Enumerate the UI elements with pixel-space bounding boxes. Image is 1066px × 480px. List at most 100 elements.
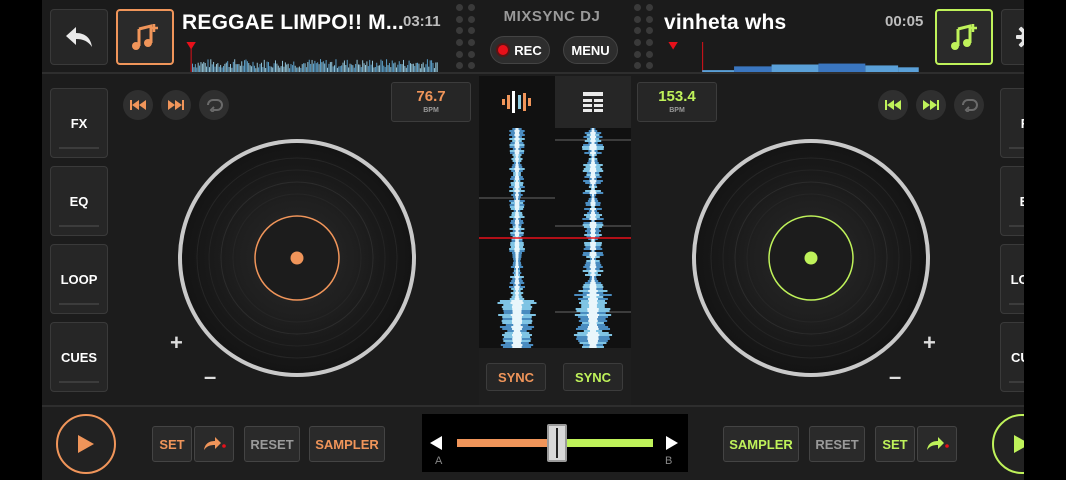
menu-button[interactable]: MENU [563, 36, 618, 64]
crossfader-panel: A B [422, 414, 688, 472]
deck-a-track-title: REGGAE LIMPO!! M... [182, 11, 404, 34]
settings-button[interactable] [1001, 9, 1024, 65]
deck-a-play-button[interactable] [56, 414, 116, 474]
deck-a-bpm-display[interactable]: 76.7 BPM [391, 82, 471, 122]
crossfader-label-a: A [435, 455, 443, 467]
deck-b-turntable[interactable] [690, 137, 932, 379]
deck-a-loop-button[interactable]: LOOP [50, 244, 108, 314]
deck-b-cues-button[interactable]: CUES [1000, 322, 1024, 392]
deck-b-pitch-minus[interactable]: – [889, 364, 901, 390]
deck-b-bpm-display[interactable]: 153.4 BPM [637, 82, 717, 122]
deck-a-eq-button[interactable]: EQ [50, 166, 108, 236]
sync-label: SYNC [574, 369, 612, 385]
deck-a-center-dot [290, 251, 304, 265]
deck-a-repeat-button[interactable] [199, 90, 229, 120]
deck-a-turntable[interactable] [176, 137, 418, 379]
deck-b-track-time: 00:05 [885, 13, 924, 30]
cues-label: CUES [1010, 349, 1024, 365]
menu-label: MENU [571, 42, 610, 58]
previous-icon [130, 100, 146, 110]
loop-label: LOOP [60, 271, 98, 287]
repeat-icon [207, 99, 223, 112]
deck-b-jump-cue-button[interactable] [917, 426, 957, 462]
fx-label: FX [1021, 116, 1024, 131]
gear-icon [1016, 26, 1024, 48]
set-label: SET [882, 436, 908, 452]
set-label: SET [159, 436, 185, 452]
next-icon [168, 100, 184, 110]
center-tabbar [479, 76, 631, 128]
next-icon [923, 100, 939, 110]
previous-icon [885, 100, 901, 110]
eq-label: EQ [69, 193, 89, 209]
deck-a-jump-cue-button[interactable] [194, 426, 234, 462]
center-waveform-view[interactable] [479, 128, 631, 348]
crossfader-track-a [457, 439, 547, 447]
deck-a-next-button[interactable] [161, 90, 191, 120]
fx-label: FX [70, 115, 88, 131]
deck-b-next-button[interactable] [916, 90, 946, 120]
repeat-icon [962, 99, 978, 112]
deck-b-center-dot [804, 251, 818, 265]
crossfader-right-arrow-icon[interactable] [665, 435, 679, 451]
sampler-label: SAMPLER [315, 436, 379, 452]
jump-arrow-icon [204, 437, 226, 450]
deck-a-reset-button[interactable]: RESET [244, 426, 300, 462]
deck-a-overview-waveform[interactable] [178, 42, 448, 72]
deck-a-sync-button[interactable]: SYNC [486, 363, 546, 391]
deck-a-bpm-value: 76.7 [416, 88, 446, 105]
deck-a-fx-button[interactable]: FX [50, 88, 108, 158]
deck-b-eq-button[interactable]: EQ [1000, 166, 1024, 236]
deck-a-pitch-minus[interactable]: – [204, 364, 216, 390]
deck-a-cues-button[interactable]: CUES [50, 322, 108, 392]
deck-b-reset-button[interactable]: RESET [809, 426, 865, 462]
deck-a-pitch-plus[interactable]: + [170, 330, 183, 356]
deck-b-sync-button[interactable]: SYNC [563, 363, 623, 391]
top-bar: REGGAE LIMPO!! M... 03:11 MIXSYNC DJ REC… [42, 0, 1024, 74]
reset-label: RESET [250, 436, 294, 452]
eq-label: EQ [1019, 193, 1024, 209]
app-window: REGGAE LIMPO!! M... 03:11 MIXSYNC DJ REC… [42, 0, 1024, 480]
sync-label: SYNC [497, 369, 535, 385]
deck-b-track-title: vinheta whs [664, 11, 787, 34]
deck-b-fx-button[interactable]: FX [1000, 88, 1024, 158]
tab-waveform[interactable] [479, 76, 555, 128]
waveform-icon [502, 91, 531, 113]
add-music-icon [132, 24, 158, 50]
loop-label: LOOP [1010, 271, 1024, 287]
deck-b-repeat-button[interactable] [954, 90, 984, 120]
deck-b-loop-button[interactable]: LOOP [1000, 244, 1024, 314]
crossfader-label-b: B [665, 455, 673, 467]
rec-label: REC [514, 42, 542, 58]
jump-arrow-icon [927, 437, 949, 450]
add-music-button-deck-a[interactable] [116, 9, 174, 65]
cues-label: CUES [60, 349, 98, 365]
play-icon [78, 435, 94, 453]
deck-a-previous-button[interactable] [123, 90, 153, 120]
deck-b-sampler-button[interactable]: SAMPLER [723, 426, 799, 462]
rec-button[interactable]: REC [490, 36, 550, 64]
app-brand: MIXSYNC DJ [503, 8, 601, 25]
add-music-button-deck-b[interactable] [935, 9, 993, 65]
deck-a-track-time: 03:11 [403, 13, 441, 30]
back-button[interactable] [50, 9, 108, 65]
add-music-icon [951, 24, 977, 50]
back-arrow-icon [66, 27, 92, 47]
deck-b-pitch-plus[interactable]: + [923, 330, 936, 356]
reset-label: RESET [815, 436, 859, 452]
deck-b-overview-waveform[interactable] [660, 42, 930, 72]
grid-icon [583, 92, 603, 112]
crossfader-knob[interactable] [546, 424, 567, 462]
deck-a-set-cue-button[interactable]: SET [152, 426, 192, 462]
deck-b-bpm-value: 153.4 [658, 88, 696, 105]
deck-b-vu-dots [632, 0, 653, 74]
deck-a-sampler-button[interactable]: SAMPLER [309, 426, 385, 462]
crossfader-track-b [566, 439, 653, 447]
tab-grid[interactable] [555, 76, 631, 128]
deck-b-set-cue-button[interactable]: SET [875, 426, 915, 462]
sampler-label: SAMPLER [729, 436, 793, 452]
deck-a-bpm-unit: BPM [423, 107, 439, 114]
play-icon [1014, 435, 1024, 453]
deck-b-previous-button[interactable] [878, 90, 908, 120]
crossfader-left-arrow-icon[interactable] [429, 435, 443, 451]
